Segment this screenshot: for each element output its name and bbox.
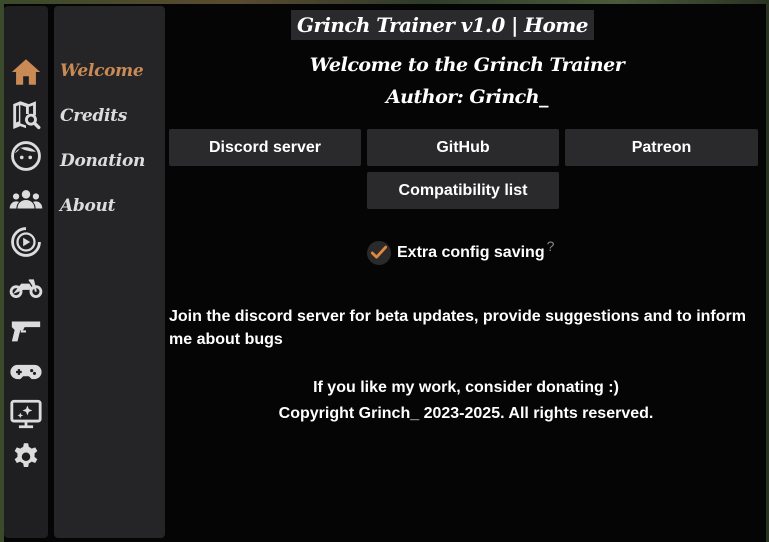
donate-text: If you like my work, consider donating :…: [313, 379, 619, 396]
pistol-icon[interactable]: [8, 312, 44, 348]
group-icon[interactable]: [8, 182, 44, 218]
welcome-heading: Welcome to the Grinch Trainer: [309, 54, 625, 76]
compatibility-list-button[interactable]: Compatibility list: [367, 172, 559, 209]
nav-item-donation[interactable]: Donation: [60, 147, 145, 175]
motorcycle-icon[interactable]: [8, 268, 44, 304]
gamepad-icon[interactable]: [8, 354, 44, 390]
nav-panel: Welcome Credits Donation About: [54, 6, 165, 538]
extra-config-label: Extra config saving: [397, 244, 545, 261]
map-search-icon[interactable]: [8, 96, 44, 132]
gear-icon[interactable]: [8, 438, 44, 474]
nav-item-about[interactable]: About: [60, 192, 115, 220]
author-heading: Author: Grinch_: [385, 86, 549, 108]
nav-item-credits[interactable]: Credits: [60, 102, 127, 130]
face-icon[interactable]: [8, 138, 44, 174]
extra-config-option: Extra config saving ?: [367, 238, 554, 268]
monitor-sparkle-icon[interactable]: [8, 396, 44, 432]
icon-rail: [4, 6, 48, 538]
discord-info-text: Join the discord server for beta updates…: [169, 308, 746, 348]
window-title: Grinch Trainer v1.0 | Home: [291, 10, 594, 40]
help-icon[interactable]: ?: [547, 238, 555, 254]
copyright-text: Copyright Grinch_ 2023-2025. All rights …: [278, 405, 654, 422]
discord-server-button[interactable]: Discord server: [169, 129, 361, 166]
extra-config-checkbox[interactable]: [367, 241, 391, 265]
patreon-button[interactable]: Patreon: [565, 129, 758, 166]
play-circle-icon[interactable]: [8, 224, 44, 260]
github-button[interactable]: GitHub: [367, 129, 559, 166]
checkmark-icon: [370, 245, 388, 259]
home-icon[interactable]: [8, 54, 44, 90]
main-content: Grinch Trainer v1.0 | Home Welcome to th…: [165, 0, 769, 542]
nav-item-welcome[interactable]: Welcome: [60, 57, 144, 85]
